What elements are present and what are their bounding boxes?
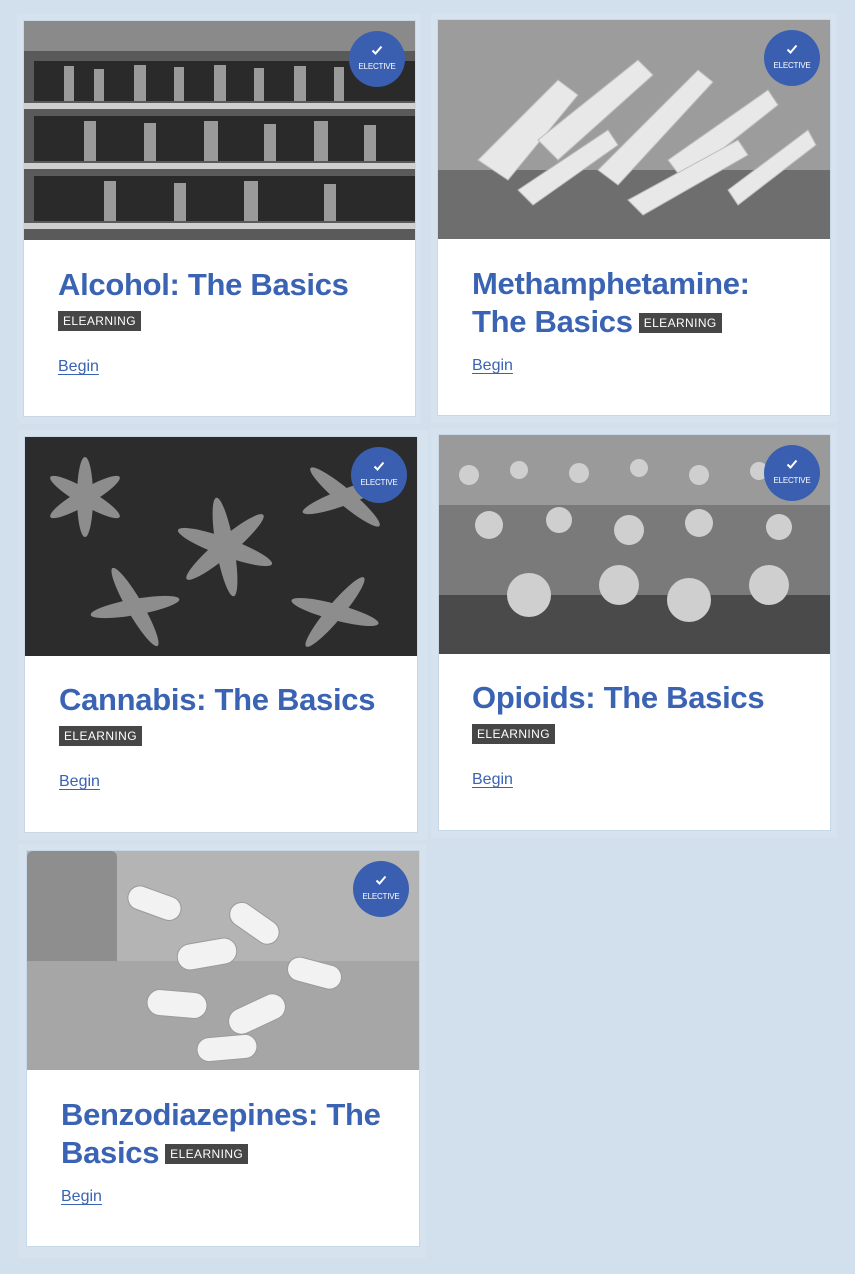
begin-link[interactable]: Begin	[58, 358, 99, 376]
course-title: Opioids: The Basics	[472, 680, 765, 715]
course-type-tag: ELEARNING	[165, 1144, 249, 1164]
course-title: Cannabis: The Basics	[59, 682, 376, 717]
course-card[interactable]: ELECTIVE Methamphetamine: The Basics ELEA…	[438, 20, 830, 415]
elective-badge: ELECTIVE	[764, 445, 820, 501]
checkmark-icon	[764, 458, 820, 472]
checkmark-icon	[353, 874, 409, 888]
course-title: Alcohol: The Basics	[58, 267, 349, 302]
course-card[interactable]: ELECTIVE Opioids: The Basics ELEARNING B…	[439, 435, 830, 830]
course-type-tag: ELEARNING	[638, 313, 722, 333]
elective-badge: ELECTIVE	[353, 861, 409, 917]
begin-link[interactable]: Begin	[59, 773, 100, 791]
begin-link[interactable]: Begin	[472, 771, 513, 789]
elective-badge: ELECTIVE	[351, 447, 407, 503]
begin-link[interactable]: Begin	[61, 1188, 102, 1206]
elective-label: ELECTIVE	[773, 61, 811, 70]
elective-label: ELECTIVE	[358, 62, 396, 71]
elective-label: ELECTIVE	[362, 892, 400, 901]
elective-badge: ELECTIVE	[349, 31, 405, 87]
elective-label: ELECTIVE	[360, 478, 398, 487]
checkmark-icon	[351, 460, 407, 474]
course-type-tag: ELEARNING	[58, 311, 141, 331]
checkmark-icon	[349, 44, 405, 58]
elective-label: ELECTIVE	[773, 476, 811, 485]
course-type-tag: ELEARNING	[472, 724, 555, 744]
course-type-tag: ELEARNING	[59, 726, 142, 746]
elective-badge: ELECTIVE	[764, 30, 820, 86]
checkmark-icon	[764, 43, 820, 57]
begin-link[interactable]: Begin	[472, 357, 513, 375]
course-card[interactable]: ELECTIVE Alcohol: The Basics ELEARNING B…	[24, 21, 415, 416]
course-card[interactable]: ELECTIVE Cannabis: The Basics ELEARNING …	[25, 437, 417, 832]
course-card[interactable]: ELECTIVE Benzodiazepines: The Basics ELEA…	[27, 851, 419, 1246]
